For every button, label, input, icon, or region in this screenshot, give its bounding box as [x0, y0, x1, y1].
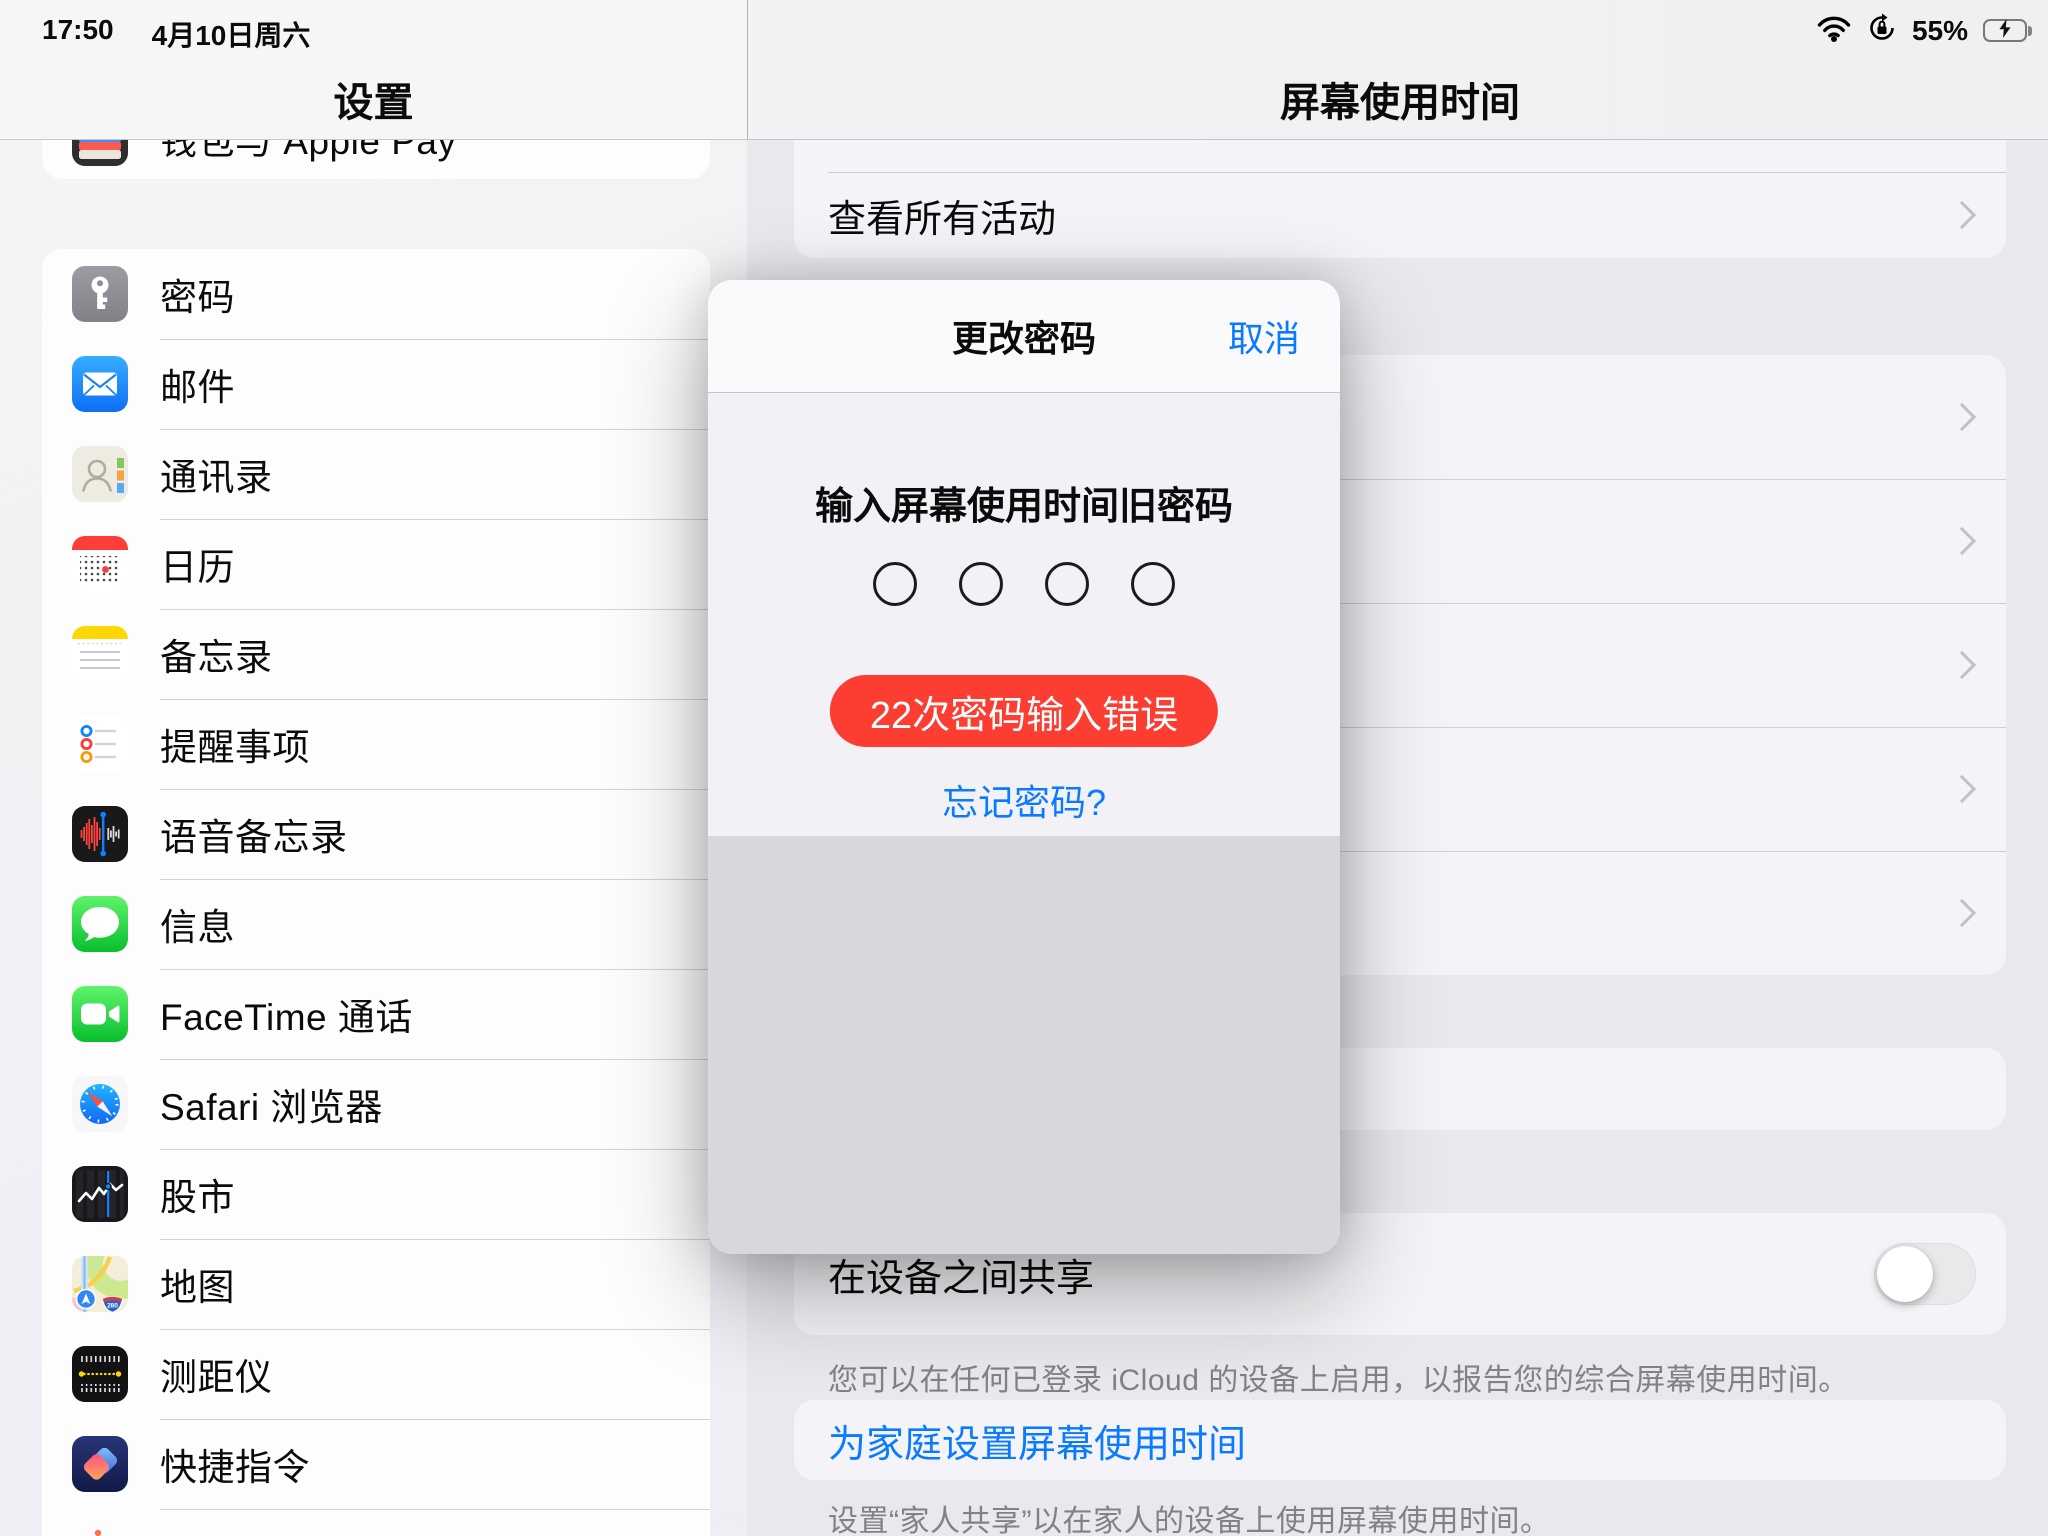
sidebar-item-measure[interactable]: 测距仪 [42, 1329, 710, 1419]
battery-percent: 55% [1912, 15, 1968, 47]
sidebar-item-messages[interactable]: 信息 [42, 879, 710, 969]
sidebar-item-calendar[interactable]: 日历 [42, 519, 710, 609]
family-description: 设置“家人共享”以在家人的设备上使用屏幕使用时间。 [828, 1496, 2008, 1536]
sidebar-item-label: Safari 浏览器 [160, 1077, 383, 1131]
sidebar-item-label: 备忘录 [160, 627, 273, 681]
passwords-icon [72, 266, 128, 322]
toggle-knob [1877, 1246, 1933, 1302]
change-passcode-sheet: 更改密码 取消 输入屏幕使用时间旧密码 22次密码输入错误 忘记密码? [708, 280, 1340, 1254]
sidebar-item-label: 信息 [160, 897, 235, 951]
sidebar-item-label: 钱包与 Apple Pay [160, 139, 456, 165]
facetime-icon [72, 986, 128, 1042]
chevron-right-icon [1948, 899, 1976, 927]
status-date: 4月10日周六 [152, 14, 311, 54]
chevron-right-icon [1948, 201, 1976, 229]
sidebar-item-label: 日历 [160, 537, 235, 591]
reminders-icon [72, 716, 128, 772]
keypad-area [708, 836, 1340, 1254]
panel-divider [747, 0, 748, 139]
sidebar-item-label: 密码 [160, 267, 235, 321]
passcode-dot-empty [873, 562, 917, 606]
view-all-activity-row[interactable]: 查看所有活动 [794, 172, 2006, 258]
passcode-prompt: 输入屏幕使用时间旧密码 [708, 475, 1340, 530]
rotation-lock-icon [1867, 13, 1897, 48]
sidebar-item-facetime[interactable]: FaceTime 通话 [42, 969, 710, 1059]
passcode-dot-empty [959, 562, 1003, 606]
family-setup-link: 为家庭设置屏幕使用时间 [828, 1413, 1246, 1468]
sidebar-item-label: FaceTime 通话 [160, 987, 413, 1041]
sidebar-item-partial[interactable] [42, 1509, 710, 1536]
page-title: 屏幕使用时间 [794, 70, 2006, 128]
maps-icon: 280 [72, 1256, 128, 1312]
sidebar-item-label: 邮件 [160, 357, 235, 411]
sidebar-item-notes[interactable]: 备忘录 [42, 609, 710, 699]
battery-charging-icon [1983, 19, 2032, 42]
sidebar-item-wallet[interactable]: 钱包与 Apple Pay [42, 139, 710, 179]
status-bar-right: 55% [1816, 13, 2032, 48]
sidebar-item-stocks[interactable]: 股市 [42, 1149, 710, 1239]
partial-app-icon [72, 1523, 128, 1536]
sidebar-item-mail[interactable]: 邮件 [42, 339, 710, 429]
sidebar-item-safari[interactable]: Safari 浏览器 [42, 1059, 710, 1149]
sidebar-item-label: 测距仪 [160, 1347, 273, 1401]
notes-icon [72, 626, 128, 682]
sidebar-app-list: 密码 邮件 通讯录 日历 备忘录 提醒事项 语音备忘录 信息 [42, 249, 710, 1536]
row-label: 查看所有活动 [828, 188, 1056, 243]
chevron-right-icon [1948, 775, 1976, 803]
shortcuts-icon [72, 1436, 128, 1492]
mail-icon [72, 356, 128, 412]
wifi-icon [1816, 15, 1852, 47]
sidebar-item-label: 提醒事项 [160, 717, 310, 771]
chevron-right-icon [1948, 527, 1976, 555]
contacts-icon [72, 446, 128, 502]
family-setup-row[interactable]: 为家庭设置屏幕使用时间 [794, 1400, 2006, 1480]
row-label: 在设备之间共享 [828, 1247, 1094, 1302]
calendar-icon [72, 536, 128, 592]
passcode-error-badge: 22次密码输入错误 [830, 675, 1218, 747]
sidebar-item-reminders[interactable]: 提醒事项 [42, 699, 710, 789]
sidebar-item-maps[interactable]: 280 地图 [42, 1239, 710, 1329]
settings-screen: 17:50 4月10日周六 55% [0, 0, 2048, 1536]
sidebar-item-shortcuts[interactable]: 快捷指令 [42, 1419, 710, 1509]
chevron-right-icon [1948, 651, 1976, 679]
chevron-right-icon [1948, 403, 1976, 431]
sidebar-item-label: 语音备忘录 [160, 807, 348, 861]
sidebar-item-passwords[interactable]: 密码 [42, 249, 710, 339]
sheet-header: 更改密码 取消 [708, 280, 1340, 393]
status-bar-left: 17:50 4月10日周六 [42, 14, 310, 54]
sidebar-item-label: 股市 [160, 1167, 235, 1221]
stocks-icon [72, 1166, 128, 1222]
safari-icon [72, 1076, 128, 1132]
wallet-icon [72, 139, 128, 166]
passcode-dot-empty [1131, 562, 1175, 606]
sidebar-item-voice-memos[interactable]: 语音备忘录 [42, 789, 710, 879]
sidebar-item-label: 地图 [160, 1257, 235, 1311]
sidebar-item-contacts[interactable]: 通讯录 [42, 429, 710, 519]
measure-icon [72, 1346, 128, 1402]
passcode-dots [708, 562, 1340, 606]
sidebar-item-label: 通讯录 [160, 447, 273, 501]
cancel-button[interactable]: 取消 [1228, 280, 1300, 392]
share-toggle[interactable] [1874, 1243, 1976, 1305]
sheet-title: 更改密码 [952, 310, 1096, 362]
share-description: 您可以在任何已登录 iCloud 的设备上启用，以报告您的综合屏幕使用时间。 [828, 1355, 2008, 1399]
sidebar-group-partial: 钱包与 Apple Pay [42, 139, 710, 179]
forgot-passcode-link[interactable]: 忘记密码? [708, 774, 1340, 826]
status-time: 17:50 [42, 14, 114, 54]
sidebar-item-label: 快捷指令 [160, 1437, 310, 1491]
activity-group: 查看所有活动 [794, 139, 2006, 258]
passcode-dot-empty [1045, 562, 1089, 606]
sidebar-title: 设置 [0, 70, 747, 128]
messages-icon [72, 896, 128, 952]
voice-memos-icon [72, 806, 128, 862]
svg-text:280: 280 [107, 1303, 118, 1310]
